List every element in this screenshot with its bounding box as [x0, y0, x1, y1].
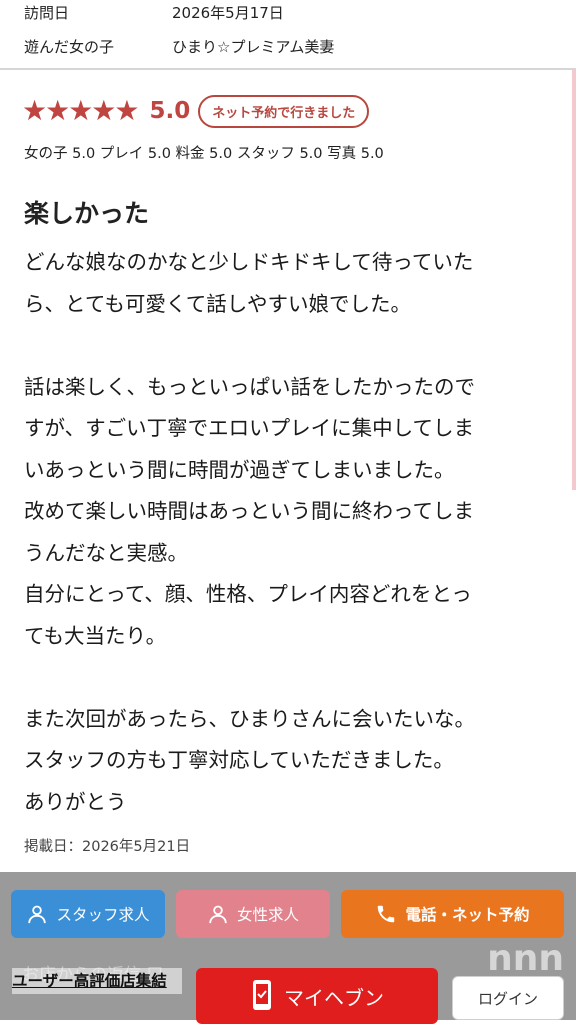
person-icon	[207, 903, 229, 925]
person-icon	[26, 903, 48, 925]
review-title: 楽しかった	[24, 199, 150, 228]
review-line: 話は楽しく、もっといっぱい話をしたかったので	[24, 374, 475, 399]
bottom-nav-bar: ユーザー高評価店集結 マイヘブン ログイン	[0, 968, 576, 1024]
phone-icon	[375, 903, 397, 925]
review-line: 改めて楽しい時間はあっという間に終わってしま	[24, 499, 474, 523]
female-recruit-label: 女性求人	[236, 906, 299, 924]
review-line: うんだなと実感。	[24, 540, 188, 565]
staff-recruit-label: スタッフ求人	[56, 906, 150, 924]
review-line: すが、すごい丁寧でエロいプレイに集中してしま	[24, 416, 474, 440]
review-line: 自分にとって、顔、性格、プレイ内容どれをとっ	[24, 582, 472, 606]
smartphone-icon	[250, 979, 276, 1013]
review-line: ありがとう	[24, 789, 127, 814]
female-recruit-button[interactable]: 女性求人	[176, 890, 330, 938]
visit-info-card: 訪問日 2026年5月17日 遊んだ女の子 ひまり☆プレミアム美妻	[0, 0, 576, 70]
review-line: どんな娘なのかなと少しドキドキして待っていた	[24, 250, 474, 274]
review-line: また次回があったら、ひまりさんに会いたいな。	[24, 706, 475, 731]
rating-row: ★★★★★ 5.0 ネット予約で行きました	[22, 94, 370, 128]
staff-recruit-button[interactable]: スタッフ求人	[11, 890, 165, 938]
bottom-overlay: お店からの返信 口 nnn スタッフ求人 女性求人 電話・ネット予約 ユーザー高…	[0, 872, 576, 1024]
visit-girl-label: 遊んだ女の子	[24, 38, 115, 56]
visit-girl-value: ひまり☆プレミアム美妻	[172, 38, 335, 56]
visit-date-value: 2026年5月17日	[172, 4, 284, 22]
phone-reservation-label: 電話・ネット予約	[405, 906, 530, 924]
review-line: いあっという間に時間が過ぎてしまいました。	[24, 457, 455, 482]
sub-scores: 女の子 5.0 プレイ 5.0 料金 5.0 スタッフ 5.0 写真 5.0	[24, 146, 384, 162]
review-line: ら、とても可愛くて話しやすい娘でした。	[24, 291, 412, 316]
phone-reservation-button[interactable]: 電話・ネット予約	[341, 890, 564, 938]
visit-date-row: 訪問日 2026年5月17日	[24, 2, 284, 23]
net-reservation-badge: ネット予約で行きました	[198, 94, 370, 128]
review-body: どんな娘なのかなと少しドキドキして待っていた ら、とても可愛くて話しやすい娘でし…	[24, 242, 560, 823]
visit-girl-row: 遊んだ女の子 ひまり☆プレミアム美妻	[24, 36, 334, 57]
myheaven-label: マイヘブン	[284, 985, 384, 1010]
login-button[interactable]: ログイン	[452, 976, 564, 1020]
visit-date-label: 訪問日	[24, 4, 70, 22]
myheaven-button[interactable]: マイヘブン	[196, 968, 438, 1024]
post-date: 掲載日：2026年5月21日	[24, 839, 191, 855]
review-line: ても大当たり。	[24, 623, 167, 648]
star-rating-icon: ★★★★★	[22, 94, 140, 127]
scroll-edge	[572, 70, 576, 490]
rating-score: 5.0	[149, 98, 191, 124]
users-top-rated-link[interactable]: ユーザー高評価店集結	[12, 968, 182, 994]
review-line: スタッフの方も丁寧対応していただきました。	[24, 748, 454, 772]
